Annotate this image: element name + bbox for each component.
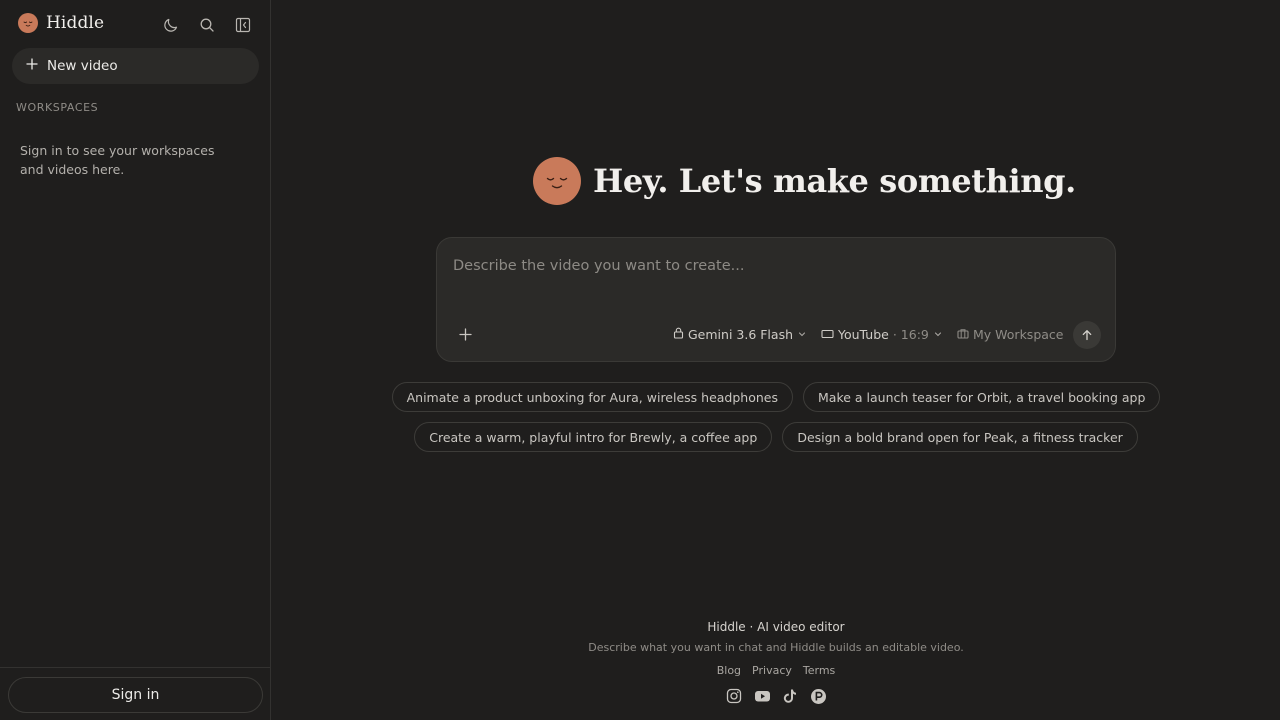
- attach-plus-icon[interactable]: [455, 324, 475, 344]
- workspaces-empty-message: Sign in to see your workspaces and video…: [20, 143, 215, 177]
- ratio-label: · 16:9: [892, 326, 929, 342]
- instagram-icon[interactable]: [725, 687, 743, 705]
- youtube-icon[interactable]: [753, 687, 771, 705]
- footer-link-blog[interactable]: Blog: [717, 664, 741, 677]
- model-selector[interactable]: Gemini 3.6 Flash: [673, 324, 807, 344]
- smiley-face-icon: [533, 157, 581, 205]
- sign-in-button[interactable]: Sign in: [8, 677, 263, 713]
- footer-link-privacy[interactable]: Privacy: [752, 664, 792, 677]
- footer-link-terms[interactable]: Terms: [803, 664, 835, 677]
- suggestion-chip[interactable]: Design a bold brand open for Peak, a fit…: [782, 422, 1138, 452]
- new-video-button[interactable]: New video: [12, 48, 259, 84]
- suggestion-chip[interactable]: Create a warm, playful intro for Brewly,…: [414, 422, 773, 452]
- sidebar-toolbar: [160, 14, 254, 36]
- brand[interactable]: Hiddle: [18, 13, 104, 33]
- workspaces-heading: WORKSPACES: [16, 101, 99, 114]
- plus-icon: [26, 58, 38, 74]
- page-footer: Hiddle · AI video editor Describe what y…: [272, 620, 1280, 705]
- smiley-face-icon: [18, 13, 38, 33]
- prompt-composer: Gemini 3.6 Flash YouTube · 16:9 My Works…: [436, 237, 1116, 362]
- briefcase-icon: [957, 327, 969, 342]
- tiktok-icon[interactable]: [781, 687, 799, 705]
- chevron-down-icon: [797, 327, 807, 342]
- model-label: Gemini 3.6 Flash: [688, 326, 794, 342]
- suggestion-chip[interactable]: Make a launch teaser for Orbit, a travel…: [803, 382, 1161, 412]
- sidebar-collapse-icon[interactable]: [232, 14, 254, 36]
- suggestion-chips: Animate a product unboxing for Aura, wir…: [391, 382, 1161, 462]
- arrow-up-icon: [1081, 326, 1093, 345]
- send-button[interactable]: [1073, 321, 1101, 349]
- footer-subtitle: Describe what you want in chat and Hiddl…: [588, 641, 964, 654]
- producthunt-icon[interactable]: [809, 687, 827, 705]
- lock-icon: [673, 327, 684, 342]
- new-video-label: New video: [47, 58, 118, 74]
- hero-title: Hey. Let's make something.: [593, 162, 1076, 200]
- workspace-label: My Workspace: [973, 326, 1064, 342]
- aspect-ratio-icon: [821, 327, 834, 342]
- format-selector[interactable]: YouTube · 16:9: [821, 324, 943, 344]
- sidebar: Hiddle New video WORKSPACES Sign in to s…: [0, 0, 271, 720]
- chevron-down-icon: [933, 327, 943, 342]
- workspace-selector[interactable]: My Workspace: [957, 324, 1063, 344]
- hero: Hey. Let's make something.: [533, 157, 1076, 205]
- search-icon[interactable]: [196, 14, 218, 36]
- suggestion-chip[interactable]: Animate a product unboxing for Aura, wir…: [391, 382, 793, 412]
- moon-icon[interactable]: [160, 14, 182, 36]
- prompt-input[interactable]: [453, 254, 1093, 278]
- social-links: [272, 687, 1280, 705]
- footer-title: Hiddle · AI video editor: [707, 620, 845, 634]
- brand-name: Hiddle: [46, 13, 105, 33]
- main-content: Hey. Let's make something. Gemini 3.6 Fl…: [272, 0, 1280, 720]
- format-label: YouTube: [838, 326, 889, 342]
- footer-links: Blog Privacy Terms: [272, 664, 1280, 677]
- sidebar-footer: Sign in: [0, 667, 271, 720]
